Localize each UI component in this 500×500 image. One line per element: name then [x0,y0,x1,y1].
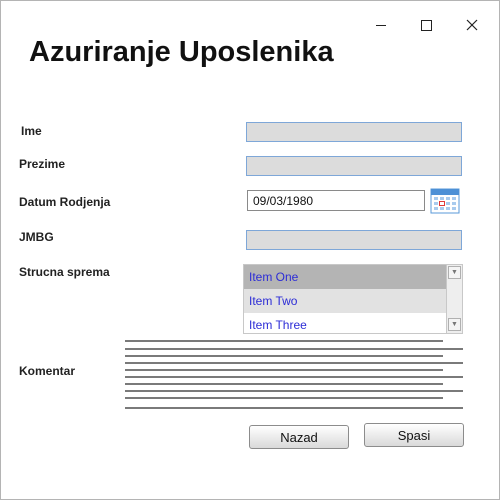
page-title: Azuriranje Uposlenika [29,36,334,68]
close-icon [466,19,478,31]
textarea-line [125,362,463,364]
ime-label: Ime [21,124,42,138]
chevron-down-icon: ▼ [451,269,458,276]
calendar-button[interactable] [430,188,460,214]
textarea-line [125,376,463,378]
nazad-button[interactable]: Nazad [249,425,349,449]
datum-rodjenja-label: Datum Rodjenja [19,195,111,209]
prezime-field[interactable] [246,156,462,176]
close-button[interactable] [462,15,482,35]
list-item[interactable]: Item Three [244,313,446,333]
textarea-line [125,340,443,342]
textarea-line [125,348,463,350]
scroll-down-button[interactable]: ▼ [448,318,461,331]
maximize-icon [420,19,432,31]
spasi-button[interactable]: Spasi [364,423,464,447]
jmbg-label: JMBG [19,230,54,244]
list-item[interactable]: Item One [244,265,446,289]
minimize-button[interactable] [371,15,391,35]
datum-rodjenja-field[interactable]: 09/03/1980 [247,190,425,211]
scroll-up-button[interactable]: ▼ [448,266,461,279]
list-item[interactable]: Item Two [244,289,446,313]
list-scrollbar[interactable]: ▼ ▼ [446,265,462,333]
minimize-icon [376,24,386,26]
komentar-label: Komentar [19,364,76,378]
calendar-icon [430,188,460,214]
textarea-line [125,397,443,399]
jmbg-field[interactable] [246,230,462,250]
textarea-line [125,369,443,371]
textarea-line [125,355,443,357]
textarea-line [125,407,463,409]
maximize-button[interactable] [416,15,436,35]
strucna-sprema-label: Strucna sprema [19,265,110,279]
textarea-line [125,383,443,385]
textarea-line [125,390,463,392]
ime-field[interactable] [246,122,462,142]
komentar-textarea[interactable] [125,340,463,410]
prezime-label: Prezime [19,157,66,171]
window: Azuriranje Uposlenika Ime Prezime Datum … [0,0,500,500]
chevron-down-icon: ▼ [451,321,458,328]
strucna-sprema-list[interactable]: Item One Item Two Item Three ▼ ▼ [243,264,463,334]
